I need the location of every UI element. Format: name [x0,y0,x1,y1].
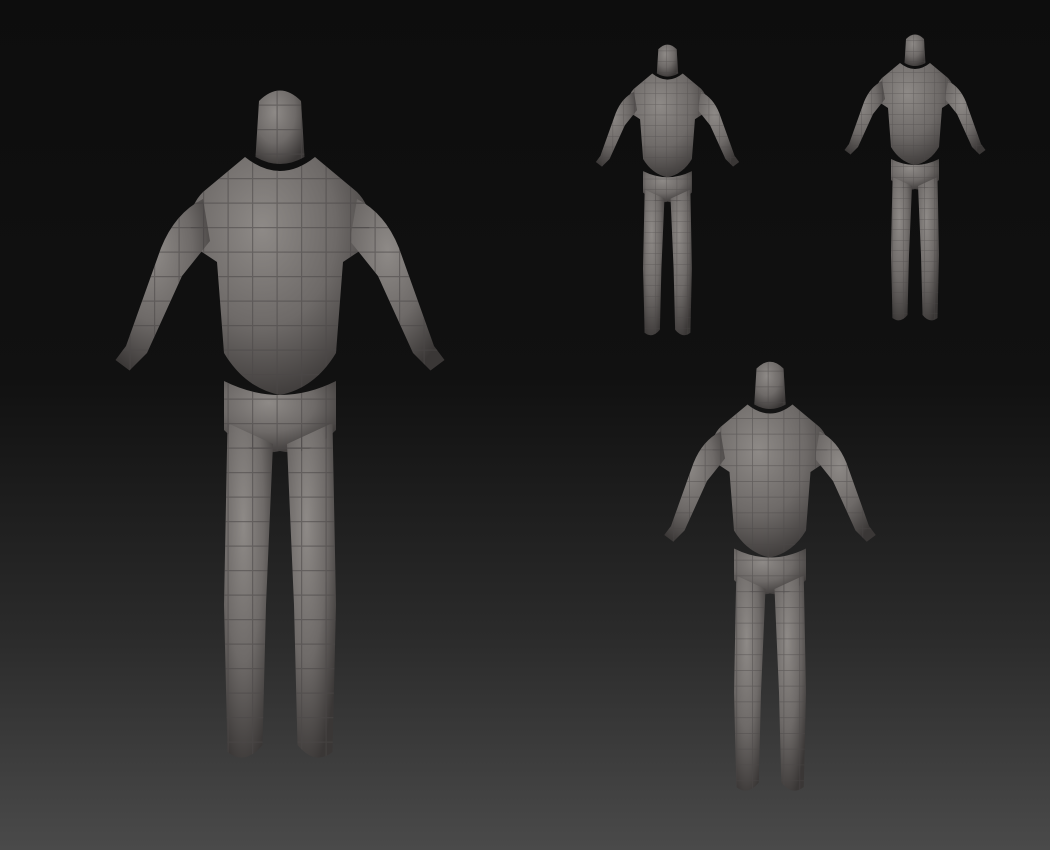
sculpt-render-canvas [115,34,986,791]
figure-perspective-front [115,90,445,758]
figure-three-quarter-back-view [664,361,876,791]
figure-back-view [595,44,740,336]
render-viewport [0,0,1050,850]
figure-front-view [844,34,986,321]
